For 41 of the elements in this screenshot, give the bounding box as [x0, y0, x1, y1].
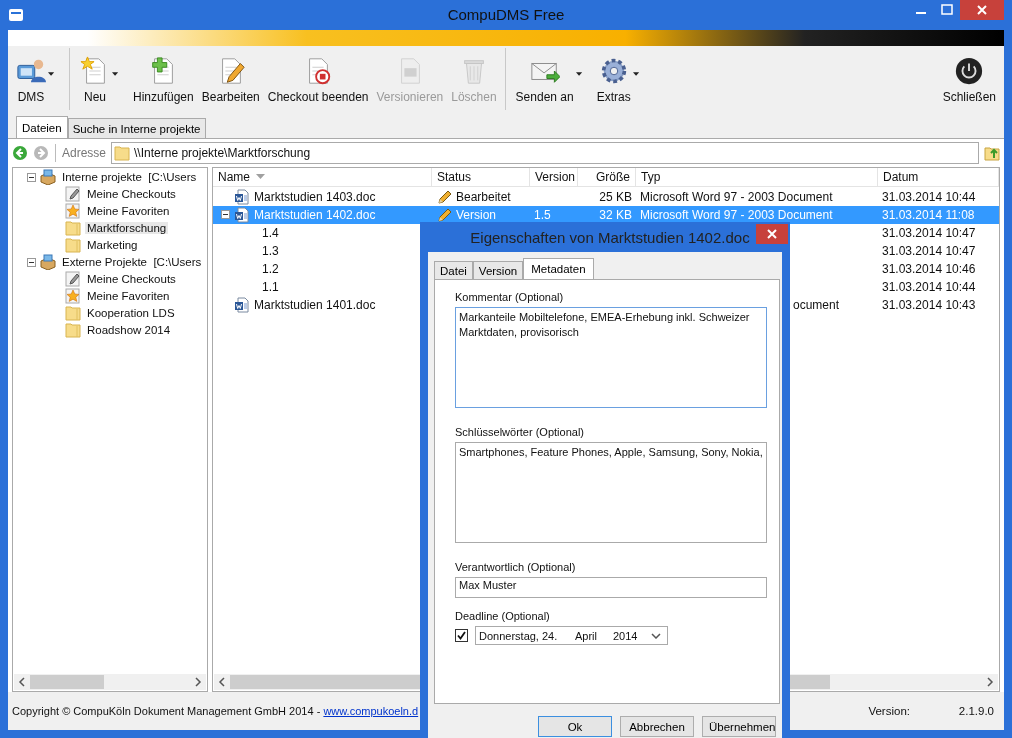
address-label: Adresse — [62, 145, 107, 160]
date-text: 31.03.2014 10:43 — [882, 297, 976, 312]
file-name: Marktstudien 1402.doc — [254, 207, 376, 222]
toolbar-label: Checkout beenden — [267, 90, 369, 104]
version-number: 2.1.9.0 — [957, 705, 994, 717]
date-text: 31.03.2014 10:44 — [882, 279, 976, 294]
version-name: 1.3 — [262, 243, 279, 258]
size-text: 32 KB — [599, 207, 632, 222]
toolbar-label: Löschen — [451, 90, 497, 104]
field-label: Verantwortlich (Optional) — [455, 561, 576, 573]
file-name: Marktstudien 1403.doc — [254, 189, 376, 204]
toolbar-label: Senden an — [515, 90, 574, 104]
field-label: Deadline (Optional) — [455, 610, 550, 622]
date-text: 31.03.2014 10:44 — [882, 189, 976, 204]
version-name: 1.2 — [262, 261, 279, 276]
version-name: 1.4 — [262, 225, 279, 240]
field-label: Schlüsselwörter (Optional) — [455, 426, 584, 438]
dialog-title: Eigenschaften von Marktstudien 1402.doc — [469, 229, 750, 248]
toolbar-label: DMS — [17, 90, 45, 104]
date-text: 31.03.2014 10:47 — [882, 243, 976, 258]
type-text: ocument — [793, 297, 840, 312]
toolbar-label: Neu — [84, 90, 106, 104]
window-title: CompuDMS Free — [447, 6, 565, 23]
date-text: 31.03.2014 10:46 — [882, 261, 976, 276]
toolbar-label: Extras — [596, 90, 631, 104]
type-text: Microsoft Word 97 - 2003 Document — [640, 189, 833, 204]
date-text: 31.03.2014 11:08 — [882, 207, 975, 222]
date-text: 31.03.2014 10:47 — [882, 225, 976, 240]
version-label: Version: — [868, 705, 910, 717]
version-text: 1.5 — [534, 207, 551, 222]
copyright-text: Copyright © CompuKöln Dokument Management GmbH 2014 - www.compukoeln.d — [12, 705, 419, 717]
status-text: Bearbeitet — [456, 189, 511, 204]
toolbar-label: Bearbeiten — [201, 90, 260, 104]
size-text: 25 KB — [599, 189, 632, 204]
type-text: Microsoft Word 97 - 2003 Document — [640, 207, 833, 222]
toolbar-label: Versionieren — [376, 90, 444, 104]
file-name: Marktstudien 1401.doc — [254, 297, 376, 312]
toolbar-label: Hinzufügen — [133, 90, 194, 104]
field-label: Kommentar (Optional) — [455, 291, 564, 303]
status-text: Version — [456, 207, 497, 222]
version-name: 1.1 — [262, 279, 279, 294]
